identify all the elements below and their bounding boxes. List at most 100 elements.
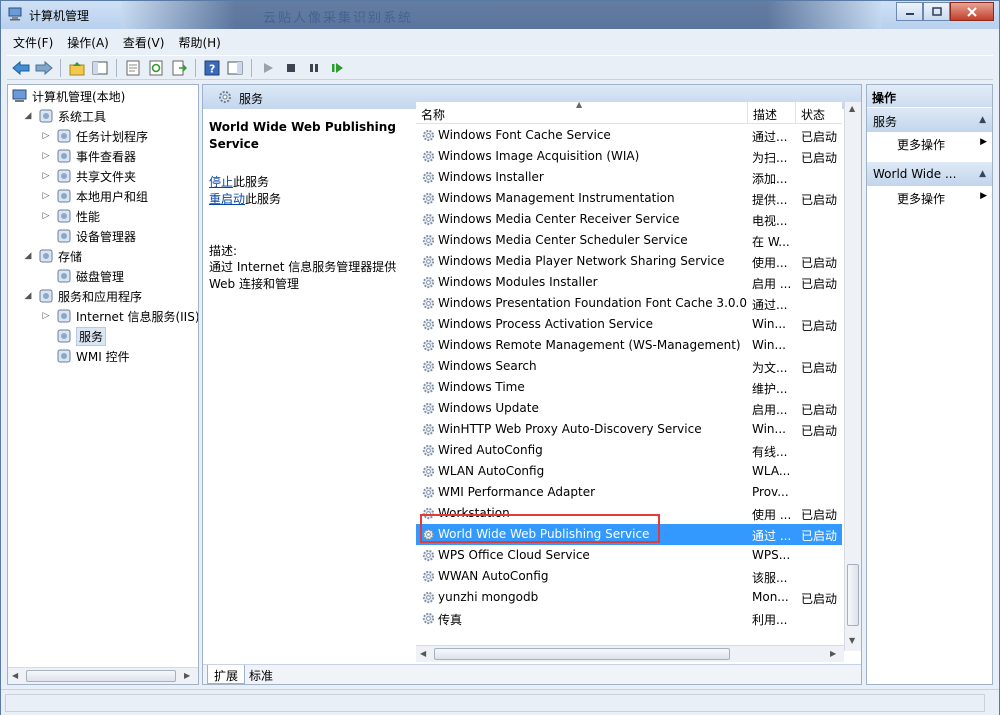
scroll-up-icon[interactable]: ▲: [849, 104, 855, 113]
service-row[interactable]: 传真 利用...: [416, 608, 842, 629]
services-vertical-scrollbar[interactable]: ▲ ▼: [844, 102, 861, 651]
service-row[interactable]: yunzhi mongodb Mon... 已启动: [416, 587, 842, 608]
title-bar[interactable]: 计算机管理 云贴人像采集识别系统: [1, 1, 999, 29]
menu-action[interactable]: 操作(A): [61, 31, 115, 53]
collapsed-icon[interactable]: ▷: [40, 130, 52, 142]
back-arrow-icon: [12, 60, 30, 75]
svg-text:?: ?: [209, 62, 215, 75]
export-list-button[interactable]: [169, 58, 189, 78]
tree-item[interactable]: WMI 控件: [40, 346, 130, 366]
tree-item[interactable]: 磁盘管理: [40, 266, 124, 286]
expanded-icon[interactable]: ◢: [22, 290, 34, 302]
pause-service-button[interactable]: [304, 58, 324, 78]
service-row[interactable]: WPS Office Cloud Service WPS...: [416, 545, 842, 566]
service-row[interactable]: Windows Media Center Receiver Service 电视.…: [416, 209, 842, 230]
tree-item[interactable]: ▷ 任务计划程序: [40, 126, 148, 146]
tree-item[interactable]: 服务: [40, 326, 107, 346]
restart-service-button[interactable]: [327, 58, 347, 78]
service-row[interactable]: Windows Presentation Foundation Font Cac…: [416, 293, 842, 314]
action-pane-toggle-button[interactable]: [225, 58, 245, 78]
service-status: 已启动: [801, 130, 838, 144]
service-row[interactable]: Windows Search 为文... 已启动: [416, 356, 842, 377]
tree-item[interactable]: ◢ 系统工具: [22, 106, 106, 126]
tree-item[interactable]: ▷ Internet 信息服务(IIS)管: [40, 306, 198, 326]
service-gear-icon: [422, 402, 435, 415]
show-hide-tree-button[interactable]: [90, 58, 110, 78]
stop-service-button[interactable]: [281, 58, 301, 78]
collapsed-icon[interactable]: ▷: [40, 170, 52, 182]
service-name: Windows Media Center Scheduler Service: [438, 233, 688, 247]
menu-view[interactable]: 查看(V): [117, 31, 171, 53]
tree-item-label: 系统工具: [58, 109, 107, 124]
collapsed-icon[interactable]: ▷: [40, 190, 52, 202]
scroll-right-icon[interactable]: ▶: [184, 671, 190, 680]
tab-extended[interactable]: 扩展: [207, 665, 246, 684]
forward-button[interactable]: [34, 58, 54, 78]
column-header-status[interactable]: 状态: [796, 102, 842, 124]
collapsed-icon[interactable]: ▷: [40, 150, 52, 162]
service-row[interactable]: WMI Performance Adapter Prov...: [416, 482, 842, 503]
tree-item[interactable]: ◢ 存储: [22, 246, 82, 266]
help-button[interactable]: ?: [202, 58, 222, 78]
back-button[interactable]: [11, 58, 31, 78]
service-row[interactable]: Windows Media Center Scheduler Service 在 …: [416, 230, 842, 251]
service-row[interactable]: Windows Media Player Network Sharing Ser…: [416, 251, 842, 272]
menu-help[interactable]: 帮助(H): [172, 31, 226, 53]
more-actions-selected-service[interactable]: 更多操作 ▶: [897, 188, 987, 208]
tree-horizontal-scrollbar[interactable]: ◀ ▶: [8, 667, 198, 684]
tree-root[interactable]: 计算机管理(本地): [12, 86, 125, 106]
service-row[interactable]: Windows Font Cache Service 通过... 已启动: [416, 125, 842, 146]
tab-standard[interactable]: 标准: [243, 665, 279, 684]
services-hscroll-thumb[interactable]: [434, 648, 730, 660]
actions-section-services[interactable]: 服务 ▲: [867, 108, 992, 132]
tree-item[interactable]: ▷ 性能: [40, 206, 100, 226]
more-actions-services[interactable]: 更多操作 ▶: [897, 134, 987, 154]
properties-button[interactable]: [123, 58, 143, 78]
stop-service-link[interactable]: 停止: [209, 175, 233, 189]
minimize-button[interactable]: [896, 2, 923, 21]
service-row[interactable]: Wired AutoConfig 有线...: [416, 440, 842, 461]
service-row[interactable]: Windows Remote Management (WS-Management…: [416, 335, 842, 356]
refresh-button[interactable]: [146, 58, 166, 78]
scroll-left-icon[interactable]: ◀: [420, 649, 426, 658]
service-name: Windows Search: [438, 359, 537, 373]
wmi-icon: [57, 349, 71, 363]
column-header-name[interactable]: 名称 ▲: [416, 102, 748, 124]
restart-service-link[interactable]: 重启动: [209, 192, 245, 206]
tree-item[interactable]: ◢ 服务和应用程序: [22, 286, 142, 306]
tree-scroll-thumb[interactable]: [26, 670, 176, 682]
expanded-icon[interactable]: ◢: [22, 250, 34, 262]
service-row[interactable]: Windows Management Instrumentation 提供... 已…: [416, 188, 842, 209]
service-status: 已启动: [801, 277, 838, 291]
actions-section-selected-service[interactable]: World Wide ... ▲: [867, 162, 992, 186]
scroll-right-icon[interactable]: ▶: [830, 649, 836, 658]
scroll-down-icon[interactable]: ▼: [849, 636, 855, 645]
tree-item[interactable]: ▷ 本地用户和组: [40, 186, 148, 206]
service-row[interactable]: WinHTTP Web Proxy Auto-Discovery Service…: [416, 419, 842, 440]
service-row[interactable]: Windows Time 维护...: [416, 377, 842, 398]
start-service-button[interactable]: [258, 58, 278, 78]
collapsed-icon[interactable]: ▷: [40, 210, 52, 222]
maximize-button[interactable]: [923, 2, 950, 21]
close-button[interactable]: [950, 2, 994, 21]
service-status: 已启动: [801, 592, 838, 606]
service-description: 启用...: [752, 403, 788, 417]
scroll-left-icon[interactable]: ◀: [12, 671, 18, 680]
services-horizontal-scrollbar[interactable]: ◀ ▶: [416, 645, 844, 662]
collapsed-icon[interactable]: ▷: [40, 310, 52, 322]
service-row[interactable]: Windows Image Acquisition (WIA) 为扫... 已启动: [416, 146, 842, 167]
service-row[interactable]: Windows Installer 添加...: [416, 167, 842, 188]
menu-file[interactable]: 文件(F): [7, 31, 59, 53]
tree-item[interactable]: ▷ 事件查看器: [40, 146, 136, 166]
tree-item[interactable]: 设备管理器: [40, 226, 136, 246]
service-row[interactable]: WLAN AutoConfig WLA...: [416, 461, 842, 482]
tree-item[interactable]: ▷ 共享文件夹: [40, 166, 136, 186]
up-folder-button[interactable]: [67, 58, 87, 78]
service-row[interactable]: Windows Process Activation Service Win...…: [416, 314, 842, 335]
service-row[interactable]: Windows Modules Installer 启用 ... 已启动: [416, 272, 842, 293]
service-row[interactable]: Windows Update 启用... 已启动: [416, 398, 842, 419]
expanded-icon[interactable]: ◢: [22, 110, 34, 122]
services-scroll-thumb[interactable]: [847, 564, 859, 626]
service-row[interactable]: WWAN AutoConfig 该服...: [416, 566, 842, 587]
column-header-description[interactable]: 描述: [748, 102, 796, 124]
